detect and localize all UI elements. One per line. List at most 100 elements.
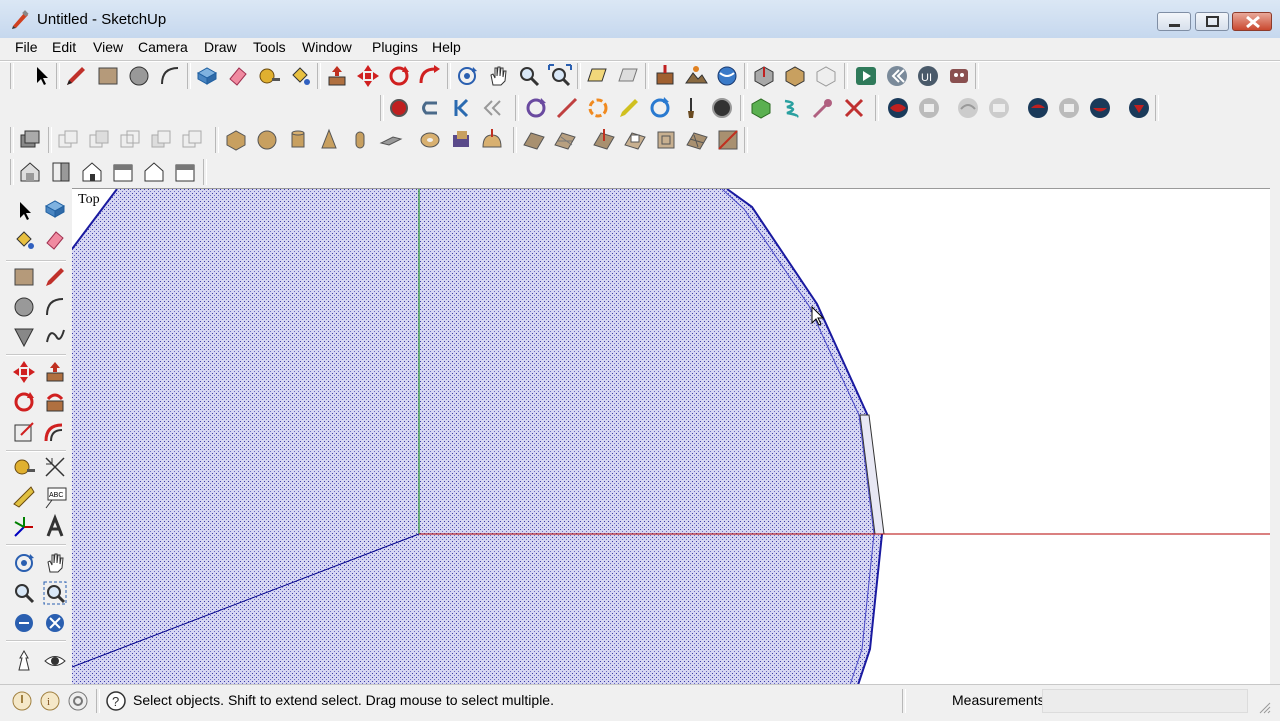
stamp-icon[interactable]	[622, 127, 648, 153]
top-view-icon[interactable]	[48, 159, 74, 185]
menu-plugins[interactable]: Plugins	[372, 39, 418, 55]
cylinder-icon[interactable]	[285, 127, 311, 153]
rotate-orange-icon[interactable]	[585, 95, 611, 121]
zoom-window-tool-icon[interactable]	[42, 580, 68, 606]
select-tool-icon[interactable]	[11, 198, 37, 224]
circle-icon[interactable]	[126, 63, 152, 89]
menu-view[interactable]: View	[93, 39, 123, 55]
pan-tool-icon[interactable]	[42, 550, 68, 576]
push-pull-icon[interactable]	[324, 63, 350, 89]
text-tool-icon[interactable]: ABC	[42, 484, 68, 510]
zoom-extents-icon[interactable]	[547, 63, 573, 89]
menu-window[interactable]: Window	[302, 39, 352, 55]
green-cube-icon[interactable]	[748, 95, 774, 121]
protractor-tool-icon[interactable]	[11, 484, 37, 510]
resize-grip-icon[interactable]	[1258, 701, 1272, 715]
sandbox-scratch-icon[interactable]	[552, 127, 578, 153]
help-icon[interactable]: ?	[105, 690, 127, 712]
line-red-icon[interactable]	[554, 95, 580, 121]
measurements-input[interactable]	[1042, 689, 1248, 713]
camera-gray-4-icon[interactable]	[1056, 95, 1082, 121]
3d-text-tool-icon[interactable]	[42, 514, 68, 540]
menu-file[interactable]: File	[15, 39, 38, 55]
camera-red-2-icon[interactable]	[1087, 95, 1113, 121]
user-account-icon[interactable]	[67, 690, 89, 712]
follow-me-tool-icon[interactable]	[42, 389, 68, 415]
drape-icon[interactable]	[653, 127, 679, 153]
move-icon[interactable]	[355, 63, 381, 89]
toggle-terrain-icon[interactable]	[683, 63, 709, 89]
orbit-icon[interactable]	[454, 63, 480, 89]
zoom-icon[interactable]	[516, 63, 542, 89]
menu-edit[interactable]: Edit	[52, 39, 76, 55]
geo-location-icon[interactable]	[11, 690, 33, 712]
dome-icon[interactable]	[479, 127, 505, 153]
first-frame-icon[interactable]	[448, 95, 474, 121]
rectangle-icon[interactable]	[95, 63, 121, 89]
offset-tool-icon[interactable]	[42, 419, 68, 445]
circle-tool-icon[interactable]	[11, 294, 37, 320]
credits-icon[interactable]: i	[39, 690, 61, 712]
add-detail-icon[interactable]	[684, 127, 710, 153]
polygon-tool-icon[interactable]	[11, 324, 37, 350]
get-components-icon[interactable]	[782, 63, 808, 89]
pencil-yellow-icon[interactable]	[616, 95, 642, 121]
trim-icon[interactable]	[148, 127, 174, 153]
share-component-icon[interactable]	[813, 63, 839, 89]
previous-view-tool-icon[interactable]	[11, 610, 37, 636]
paint-bucket-icon[interactable]	[287, 63, 313, 89]
camera-red-3-icon[interactable]	[1126, 95, 1152, 121]
spring-icon[interactable]	[779, 95, 805, 121]
rewind-icon[interactable]	[884, 63, 910, 89]
move-tool-icon[interactable]	[11, 359, 37, 385]
torus-icon[interactable]	[417, 127, 443, 153]
front-view-icon[interactable]	[79, 159, 105, 185]
paint-bucket-tool-icon[interactable]	[11, 227, 37, 253]
get-models-icon[interactable]	[714, 63, 740, 89]
brush-icon[interactable]	[678, 95, 704, 121]
position-camera-tool-icon[interactable]	[11, 648, 37, 674]
helix-icon[interactable]	[448, 127, 474, 153]
record-icon[interactable]	[386, 95, 412, 121]
menu-draw[interactable]: Draw	[204, 39, 237, 55]
back-view-icon[interactable]	[141, 159, 167, 185]
scale-tool-icon[interactable]	[11, 419, 37, 445]
make-component-icon[interactable]	[194, 63, 220, 89]
zoom-tool-icon[interactable]	[11, 580, 37, 606]
eye-red-icon[interactable]	[885, 95, 911, 121]
previous-frame-icon[interactable]	[479, 95, 505, 121]
line-tool-icon[interactable]	[42, 264, 68, 290]
maximize-button[interactable]	[1195, 12, 1229, 31]
cone-icon[interactable]	[316, 127, 342, 153]
tube-icon[interactable]	[347, 127, 373, 153]
tape-measure-icon[interactable]	[256, 63, 282, 89]
intersect-icon[interactable]	[117, 127, 143, 153]
ui-plugin-icon[interactable]: UI	[915, 63, 941, 89]
follow-me-icon[interactable]	[417, 63, 443, 89]
share-model-icon[interactable]	[751, 63, 777, 89]
dimension-tool-icon[interactable]	[42, 454, 68, 480]
camera-gray-3-icon[interactable]	[986, 95, 1012, 121]
left-view-icon[interactable]	[172, 159, 198, 185]
refresh-blue-icon[interactable]	[647, 95, 673, 121]
union-icon[interactable]	[55, 127, 81, 153]
camera-gray-icon[interactable]	[916, 95, 942, 121]
select-icon[interactable]	[28, 63, 54, 89]
eraser-icon[interactable]	[225, 63, 251, 89]
pan-icon[interactable]	[485, 63, 511, 89]
black-circle-icon[interactable]	[709, 95, 735, 121]
sandbox-contours-icon[interactable]	[521, 127, 547, 153]
sphere-icon[interactable]	[254, 127, 280, 153]
eraser-tool-icon[interactable]	[42, 227, 68, 253]
tool-return-icon[interactable]	[417, 95, 443, 121]
add-location-icon[interactable]	[652, 63, 678, 89]
previous-view-icon[interactable]	[584, 63, 610, 89]
close-button[interactable]	[1232, 12, 1272, 31]
minimize-button[interactable]	[1157, 12, 1191, 31]
arc-icon[interactable]	[157, 63, 183, 89]
smoove-icon[interactable]	[591, 127, 617, 153]
orbit-purple-icon[interactable]	[523, 95, 549, 121]
play-animation-icon[interactable]	[853, 63, 879, 89]
tape-measure-tool-icon[interactable]	[11, 454, 37, 480]
menu-camera[interactable]: Camera	[138, 39, 188, 55]
